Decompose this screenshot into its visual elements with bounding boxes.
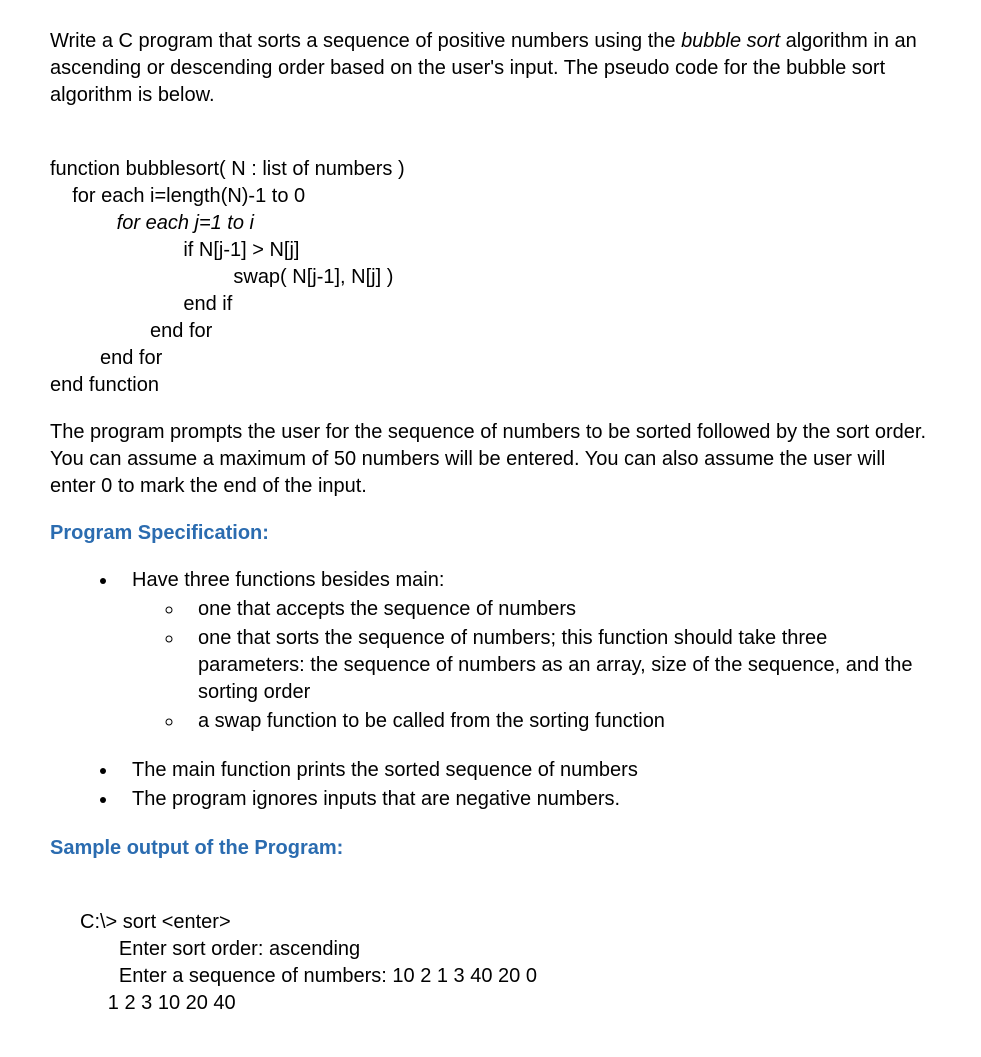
pseudocode-block: function bubblesort( N : list of numbers…: [50, 129, 931, 399]
sample-line-2: Enter sort order: ascending: [80, 938, 360, 960]
pseudo-line-2: for each i=length(N)-1 to 0: [50, 185, 305, 207]
pseudo-line-4: if N[j-1] > N[j]: [50, 239, 300, 261]
spec-item-2: The main function prints the sorted sequ…: [118, 757, 931, 784]
intro-italic: bubble sort: [681, 30, 780, 52]
spec-sub-3: a swap function to be called from the so…: [184, 708, 931, 735]
pseudo-line-7: end for: [50, 320, 212, 342]
spec-heading: Program Specification:: [50, 520, 931, 547]
sample-output-block: C:\> sort <enter> Enter sort order: asce…: [80, 882, 931, 1017]
spec-item-1-text: Have three functions besides main:: [132, 569, 444, 591]
pseudo-line-3: for each j=1 to i: [50, 212, 254, 234]
spec-item-1: Have three functions besides main: one t…: [118, 567, 931, 735]
spec-sub-1: one that accepts the sequence of numbers: [184, 596, 931, 623]
spec-sublist: one that accepts the sequence of numbers…: [132, 596, 931, 735]
pseudo-line-1: function bubblesort( N : list of numbers…: [50, 158, 405, 180]
sample-heading: Sample output of the Program:: [50, 835, 931, 862]
pseudo-line-9: end function: [50, 374, 159, 396]
sample-line-4: 1 2 3 10 20 40: [80, 992, 236, 1014]
pseudo-line-8: end for: [50, 347, 162, 369]
intro-paragraph: Write a C program that sorts a sequence …: [50, 28, 931, 109]
spec-item-3: The program ignores inputs that are nega…: [118, 786, 931, 813]
spec-list-2: The main function prints the sorted sequ…: [50, 757, 931, 813]
intro-text-1: Write a C program that sorts a sequence …: [50, 30, 681, 52]
spec-sub-2: one that sorts the sequence of numbers; …: [184, 625, 931, 706]
sample-line-1: C:\> sort <enter>: [80, 911, 231, 933]
sample-line-3: Enter a sequence of numbers: 10 2 1 3 40…: [80, 965, 537, 987]
pseudo-line-5: swap( N[j-1], N[j] ): [50, 266, 393, 288]
after-pseudo-paragraph: The program prompts the user for the seq…: [50, 419, 931, 500]
spec-list: Have three functions besides main: one t…: [50, 567, 931, 735]
pseudo-line-6: end if: [50, 293, 232, 315]
